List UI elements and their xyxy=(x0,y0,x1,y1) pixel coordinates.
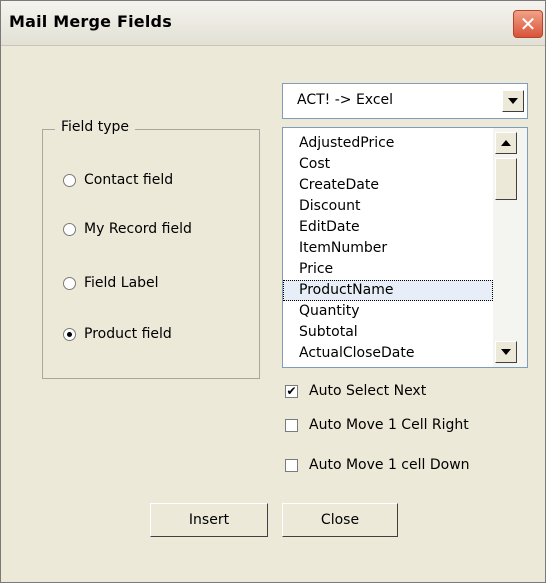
close-icon: ✕ xyxy=(519,12,537,36)
radio-product-field[interactable]: Product field xyxy=(63,326,172,342)
radio-indicator[interactable] xyxy=(63,276,76,290)
list-item[interactable]: ActualCloseDate xyxy=(283,343,493,364)
list-item[interactable]: Quantity xyxy=(283,301,493,322)
radio-label: Field Label xyxy=(84,275,159,291)
mail-merge-dialog: Mail Merge Fields ✕ ACT! -> Excel Field … xyxy=(0,0,546,583)
fields-list: AdjustedPrice Cost CreateDate Discount E… xyxy=(283,133,493,364)
insert-button[interactable]: Insert xyxy=(150,503,268,537)
scroll-up-button[interactable] xyxy=(495,132,517,154)
list-item[interactable]: EditDate xyxy=(283,217,493,238)
checkbox-label: Auto Move 1 Cell Right xyxy=(309,417,469,433)
list-item[interactable]: Cost xyxy=(283,154,493,175)
checkbox[interactable] xyxy=(285,458,298,472)
radio-indicator[interactable] xyxy=(63,327,76,341)
radio-my-record-field[interactable]: My Record field xyxy=(63,221,192,237)
list-item[interactable]: Subtotal xyxy=(283,322,493,343)
close-window-button[interactable]: ✕ xyxy=(513,10,543,38)
window-title: Mail Merge Fields xyxy=(9,12,172,31)
scroll-down-button[interactable] xyxy=(495,341,517,363)
checkbox[interactable]: ✔ xyxy=(285,384,298,398)
fields-listbox[interactable]: AdjustedPrice Cost CreateDate Discount E… xyxy=(282,127,528,368)
list-item[interactable]: Discount xyxy=(283,196,493,217)
list-item[interactable]: ItemNumber xyxy=(283,238,493,259)
chevron-down-icon xyxy=(508,98,518,104)
checkbox-label: Auto Select Next xyxy=(309,383,427,399)
radio-indicator[interactable] xyxy=(63,173,76,187)
close-button[interactable]: Close xyxy=(282,503,398,537)
radio-indicator[interactable] xyxy=(63,222,76,236)
mapping-dropdown[interactable]: ACT! -> Excel xyxy=(282,83,528,119)
auto-move-down-option[interactable]: Auto Move 1 cell Down xyxy=(285,457,470,473)
radio-label: My Record field xyxy=(84,221,192,237)
list-item[interactable]: AdjustedPrice xyxy=(283,133,493,154)
chevron-down-icon xyxy=(501,349,511,355)
dropdown-arrow-button[interactable] xyxy=(502,90,524,112)
radio-contact-field[interactable]: Contact field xyxy=(63,172,173,188)
auto-move-right-option[interactable]: Auto Move 1 Cell Right xyxy=(285,417,469,433)
list-item[interactable]: CreateDate xyxy=(283,175,493,196)
chevron-up-icon xyxy=(501,140,511,146)
radio-label: Contact field xyxy=(84,172,174,188)
mapping-selected-value: ACT! -> Excel xyxy=(297,92,394,108)
title-bar[interactable]: Mail Merge Fields ✕ xyxy=(1,1,545,46)
list-scrollbar[interactable] xyxy=(493,128,527,367)
checkbox[interactable] xyxy=(285,418,298,432)
radio-label: Product field xyxy=(84,326,172,342)
list-item-selected[interactable]: ProductName xyxy=(283,280,493,301)
radio-field-label[interactable]: Field Label xyxy=(63,275,159,291)
list-item[interactable]: Price xyxy=(283,259,493,280)
checkbox-label: Auto Move 1 cell Down xyxy=(309,457,470,473)
auto-select-next-option[interactable]: ✔ Auto Select Next xyxy=(285,383,426,399)
field-type-label: Field type xyxy=(55,119,136,135)
scroll-thumb[interactable] xyxy=(495,158,517,200)
